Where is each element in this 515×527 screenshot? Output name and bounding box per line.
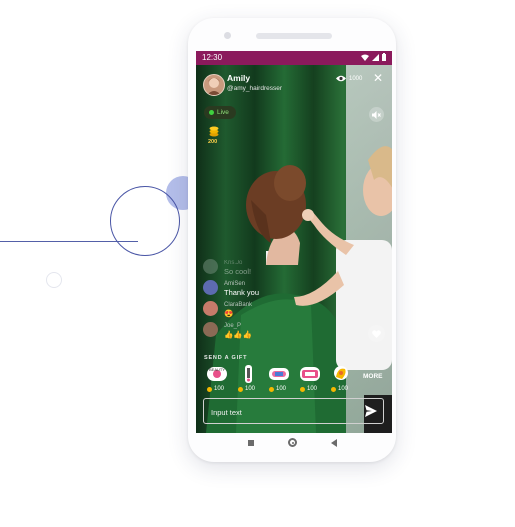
- gift-price: 100: [214, 386, 225, 392]
- coin-balance: 200: [208, 139, 218, 145]
- decorative-ring: [110, 186, 180, 256]
- gift-section-title: SEND A GIFT: [204, 355, 248, 361]
- front-camera: [224, 32, 231, 39]
- battery-icon: [382, 53, 386, 61]
- gift-item[interactable]: 100: [295, 364, 325, 394]
- gift-item[interactable]: 100: [326, 364, 356, 394]
- gift-price: 100: [276, 386, 287, 392]
- overview-button[interactable]: [248, 440, 254, 446]
- comment-item: AmiSen Thank you: [203, 280, 259, 297]
- comment-item: Kris.Jo So cool!: [203, 259, 251, 276]
- coin-icon: [207, 386, 212, 392]
- wifi-icon: [361, 54, 369, 61]
- coin-icon: [300, 386, 305, 392]
- live-badge: Live: [204, 106, 236, 119]
- status-time: 12:30: [202, 53, 223, 62]
- coin-icon: [269, 386, 274, 392]
- gift-item[interactable]: 100: [264, 364, 294, 394]
- viewer-count-value: 1000: [349, 75, 363, 82]
- live-dot-icon: [209, 110, 214, 115]
- host-name: Amily: [227, 73, 251, 83]
- signal-icon: [372, 53, 379, 61]
- comment-message: So cool!: [224, 267, 252, 276]
- android-nav-bar: [196, 433, 392, 457]
- comment-user: AmiSen: [224, 281, 246, 287]
- coin-stack-icon: [209, 126, 219, 137]
- comment-user: Kris.Jo: [224, 260, 243, 266]
- comment-input-box: [203, 398, 384, 425]
- like-button[interactable]: [368, 325, 385, 342]
- comment-avatar: [203, 301, 218, 316]
- comment-input[interactable]: [204, 399, 363, 425]
- status-bar: 12:30: [196, 51, 392, 65]
- comment-message: Thank you: [224, 288, 260, 297]
- comment-message: 😍: [224, 309, 234, 318]
- earpiece-speaker: [256, 33, 332, 39]
- beauty-sticker-icon: BEAUTY: [207, 367, 227, 381]
- comment-avatar: [203, 259, 218, 274]
- bad-hair-day-sticker-icon: [300, 367, 320, 381]
- comment-avatar: [203, 322, 218, 337]
- comment-user: ClaraBank: [224, 302, 253, 308]
- more-gifts-button[interactable]: MORE: [363, 373, 383, 380]
- live-label: Live: [217, 109, 229, 116]
- svg-text:BEAUTY: BEAUTY: [209, 367, 225, 372]
- gift-item[interactable]: BEAUTY 100: [202, 364, 232, 394]
- comment-user: Joe_P: [224, 323, 242, 329]
- speaker-muted-icon: [372, 110, 381, 119]
- gift-price: 100: [245, 386, 256, 392]
- gift-item[interactable]: 100: [233, 364, 263, 394]
- host-avatar[interactable]: [203, 74, 225, 96]
- viewer-count: 1000: [336, 75, 362, 82]
- hair-curler-sticker-icon: [269, 368, 289, 380]
- comment-avatar: [203, 280, 218, 295]
- home-button[interactable]: [288, 438, 297, 447]
- back-button[interactable]: [331, 439, 337, 447]
- hair-brush-sticker-icon: [334, 366, 348, 380]
- coin-icon: [238, 386, 243, 392]
- eye-icon: [336, 75, 346, 82]
- gift-price: 100: [307, 386, 318, 392]
- host-handle: @amy_hairdresser: [227, 85, 283, 92]
- send-icon[interactable]: [365, 405, 377, 417]
- gift-row: BEAUTY 100 100 100 100 100 MORE: [200, 364, 390, 394]
- hair-dryer-sticker-icon: [245, 365, 252, 383]
- comment-item: ClaraBank 😍: [203, 301, 252, 318]
- coin-icon: [331, 386, 336, 392]
- heart-icon: [372, 329, 381, 338]
- decorative-small-circle: [46, 272, 62, 288]
- comment-message: 👍👍👍: [224, 330, 253, 339]
- close-icon[interactable]: ✕: [373, 71, 383, 85]
- gift-price: 100: [338, 386, 349, 392]
- phone-screen: 12:30 Amily @amy_hairdresser 1000 ✕ Live…: [196, 51, 392, 433]
- mute-button[interactable]: [369, 107, 384, 122]
- stream-header: Amily @amy_hairdresser 1000 ✕: [196, 65, 392, 109]
- comment-item: Joe_P 👍👍👍: [203, 322, 252, 339]
